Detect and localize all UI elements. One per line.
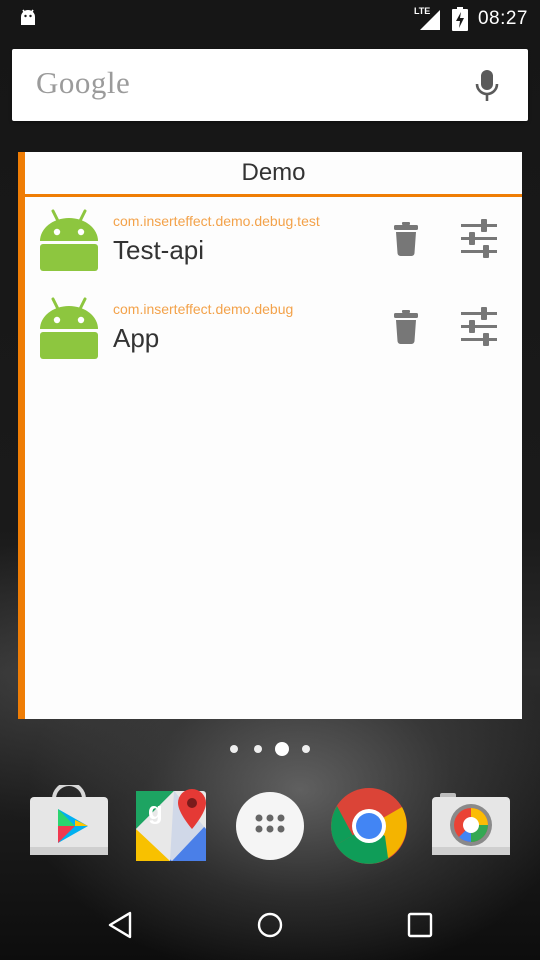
chrome-icon[interactable] (328, 785, 410, 867)
home-icon[interactable] (250, 905, 290, 945)
package-name: com.inserteffect.demo.debug (113, 301, 294, 317)
status-bar: LTE 08:27 (0, 0, 540, 38)
trash-icon[interactable] (393, 309, 419, 345)
page-dot (230, 745, 238, 753)
google-search-bar[interactable]: Google (12, 49, 528, 121)
status-right: LTE 08:27 (414, 0, 528, 38)
camera-icon[interactable] (430, 785, 512, 867)
app-row-app[interactable]: com.inserteffect.demo.debug App (25, 285, 522, 373)
android-robot-icon (40, 209, 98, 271)
sliders-icon[interactable] (459, 307, 499, 347)
page-indicator (0, 740, 540, 760)
google-logo: Google (36, 65, 131, 100)
home-screen: LTE 08:27 Google Demo com.inserteffect.d… (0, 0, 540, 960)
trash-icon[interactable] (393, 221, 419, 257)
android-notification-icon (21, 9, 35, 25)
widget-title: Demo (25, 152, 522, 197)
package-name: com.inserteffect.demo.debug.test (113, 213, 320, 229)
sliders-icon[interactable] (459, 219, 499, 259)
svg-text:g: g (148, 798, 163, 825)
app-drawer-icon[interactable] (229, 785, 311, 867)
navigation-bar (0, 885, 540, 960)
back-icon[interactable] (100, 905, 140, 945)
demo-widget: Demo com.inserteffect.demo.debug.test Te… (18, 152, 522, 719)
signal-icon: LTE (414, 6, 442, 32)
battery-charging-icon (451, 7, 468, 31)
app-name: Test-api (113, 235, 205, 265)
page-dot (302, 745, 310, 753)
app-name: App (113, 323, 160, 353)
maps-icon[interactable]: g (134, 785, 216, 867)
play-store-icon[interactable] (28, 785, 110, 867)
app-row-test-api[interactable]: com.inserteffect.demo.debug.test Test-ap… (25, 197, 522, 285)
mic-icon[interactable] (474, 69, 500, 103)
android-robot-icon (40, 297, 98, 359)
clock: 08:27 (477, 8, 528, 29)
recents-icon[interactable] (400, 905, 440, 945)
page-dot (254, 745, 262, 753)
page-dot-active (275, 742, 289, 756)
